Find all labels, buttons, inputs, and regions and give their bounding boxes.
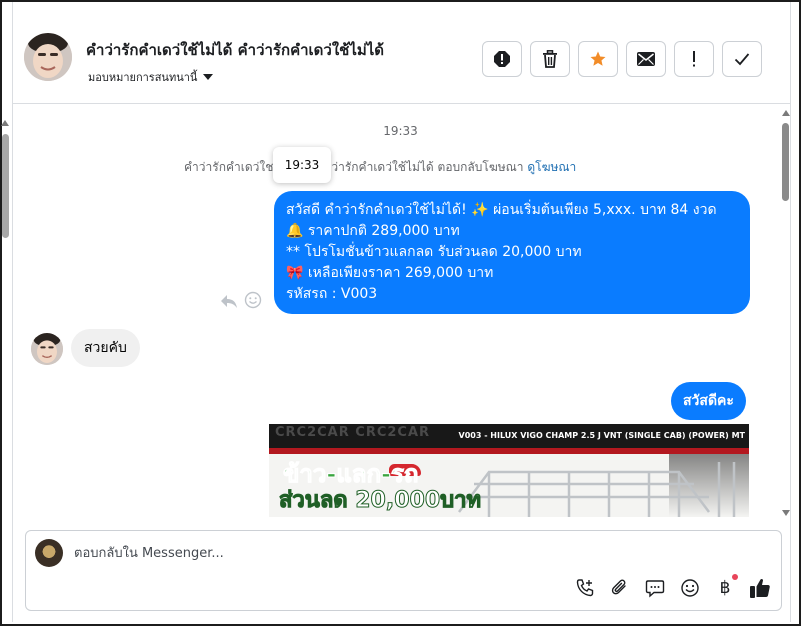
header-actions — [482, 41, 762, 77]
scrollbar-thumb[interactable] — [2, 134, 9, 238]
time-divider: 19:33 — [383, 124, 418, 138]
paperclip-icon — [611, 579, 626, 595]
message-composer: ฿ — [25, 530, 782, 611]
ad-reply-text: คําว่ารักคําเดว่ใช — [184, 160, 274, 174]
add-call-button[interactable] — [574, 577, 596, 599]
view-ad-link[interactable]: ดูโฆษณา — [527, 160, 576, 174]
message-line: 🔔 ราคาปกติ 289,000 บาท — [286, 223, 460, 239]
ad-reply-notice: คําว่ารักคําเดว่ใช ว่ารักคําเดว่ใช้ไม่ได้… — [184, 158, 576, 177]
smiley-icon — [681, 579, 699, 597]
outer-scrollbar[interactable] — [0, 120, 10, 620]
envelope-icon — [637, 52, 655, 66]
attach-button[interactable] — [609, 577, 631, 599]
sender-avatar[interactable] — [31, 333, 63, 365]
thread-scrollbar[interactable] — [780, 108, 792, 518]
page-avatar — [35, 539, 63, 567]
payment-button[interactable]: ฿ — [714, 574, 738, 599]
message-line: ** โปรโมชั่นข้าวแลกลด รับส่วนลด 20,000 บ… — [286, 244, 582, 260]
mark-unread-button[interactable] — [626, 41, 666, 77]
scroll-down-arrow-icon[interactable] — [782, 510, 790, 516]
check-icon — [734, 53, 750, 66]
emoji-button[interactable] — [679, 577, 701, 599]
saved-replies-button[interactable] — [644, 577, 666, 599]
star-icon — [590, 51, 606, 66]
message-line: 🎀 เหลือเพียงราคา 269,000 บาท — [286, 265, 494, 281]
promo-model: V003 - HILUX VIGO CHAMP 2.5 J VNT (SINGL… — [458, 431, 745, 440]
incoming-message-bubble[interactable]: สวยคับ — [71, 329, 140, 367]
assign-label: มอบหมายการสนทนานี้ — [88, 71, 198, 84]
timestamp-tooltip: 19:33 — [273, 147, 331, 183]
done-button[interactable] — [722, 41, 762, 77]
follow-up-button[interactable] — [674, 41, 714, 77]
reply-icon[interactable] — [219, 291, 239, 311]
truck-rack-graphic — [458, 462, 736, 517]
scroll-up-arrow-icon[interactable] — [782, 110, 790, 116]
message-line: รหัสรถ : V003 — [286, 286, 378, 302]
thumbs-up-icon — [750, 578, 770, 598]
outgoing-message-bubble[interactable]: สวัสดี คําว่ารักคําเดว่ใช้ไม่ได้! ✨ ผ่อน… — [274, 191, 750, 314]
assign-conversation-dropdown[interactable]: มอบหมายการสนทนานี้ — [88, 68, 214, 86]
promo-discount: ส่วนลด 20,000บาท — [279, 488, 482, 514]
trash-icon — [543, 50, 557, 68]
outgoing-message-bubble-2[interactable]: สวัสดีคะ — [671, 382, 746, 420]
react-smiley-icon[interactable] — [244, 291, 262, 309]
baht-icon: ฿ — [719, 578, 731, 598]
like-button[interactable] — [749, 577, 771, 599]
reply-input[interactable] — [74, 543, 674, 563]
conversation-title: คําว่ารักคําเดว่ใช้ไม่ได้ คําว่ารักคําเด… — [86, 41, 385, 59]
spam-button[interactable] — [482, 41, 522, 77]
exclamation-icon — [693, 51, 695, 67]
ad-reply-text-2: ว่ารักคําเดว่ใช้ไม่ได้ ตอบกลับโฆษณา — [331, 160, 524, 174]
avatar[interactable] — [24, 33, 72, 81]
exclamation-circle-icon — [494, 51, 510, 67]
promo-brand: CRC2CAR CRC2CAR — [275, 425, 431, 440]
chevron-down-icon — [203, 74, 214, 80]
phone-plus-icon — [576, 579, 594, 597]
notification-dot — [732, 574, 738, 580]
delete-button[interactable] — [530, 41, 570, 77]
composer-tools: ฿ — [574, 574, 771, 599]
conversation-header: คําว่ารักคําเดว่ใช้ไม่ได้ คําว่ารักคําเด… — [12, 2, 791, 104]
chat-bubble-icon — [645, 580, 665, 598]
promo-image[interactable]: CRC2CAR CRC2CAR V003 - HILUX VIGO CHAMP … — [269, 424, 749, 517]
star-button[interactable] — [578, 41, 618, 77]
message-line: สวัสดี คําว่ารักคําเดว่ใช้ไม่ได้! ✨ ผ่อน… — [286, 202, 717, 218]
